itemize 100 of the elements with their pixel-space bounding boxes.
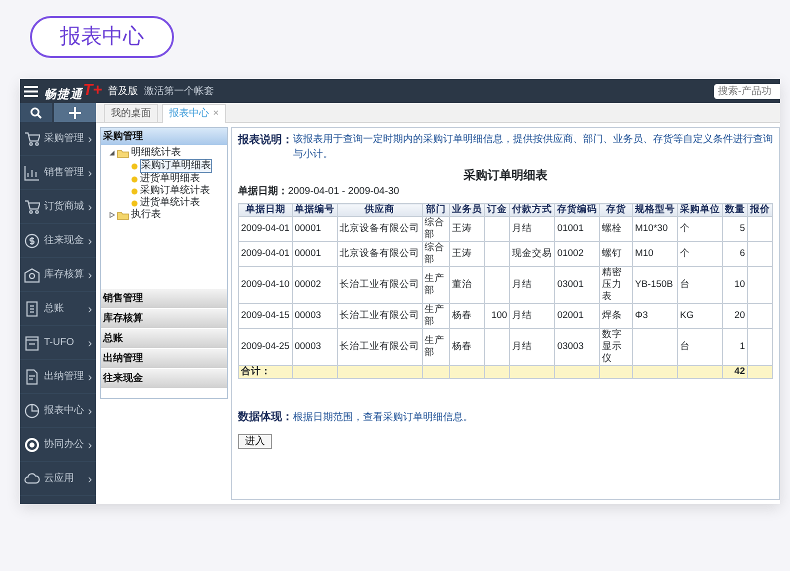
chevron-icon: ›: [88, 164, 92, 182]
tree-folder[interactable]: 明细统计表: [131, 147, 181, 159]
activate-link[interactable]: 激活第一个帐套: [144, 84, 214, 98]
tree-folder[interactable]: 执行表: [131, 209, 161, 221]
table-cell: 00002: [292, 266, 338, 304]
tree-item[interactable]: 进货单统计表: [140, 197, 200, 209]
column-header: 存货: [600, 204, 632, 216]
warehouse-icon: [24, 266, 40, 282]
table-cell: 生产部: [422, 304, 450, 328]
table-cell: 长治工业有限公司: [337, 304, 422, 328]
column-header: 订金: [484, 204, 510, 216]
chevron-icon: ›: [88, 266, 92, 284]
column-header: 付款方式: [510, 204, 555, 216]
tree-item[interactable]: 采购订单统计表: [140, 185, 210, 197]
dollar-circle-icon: [24, 232, 40, 248]
accordion-header[interactable]: 往来现金: [101, 368, 227, 388]
document-icon: [24, 368, 40, 384]
table-cell: 综合部: [422, 242, 450, 266]
cart-icon: [24, 198, 40, 214]
cart-icon: [24, 130, 40, 146]
total-label: 合计：: [238, 366, 292, 378]
sidebar-item[interactable]: 销售管理 ›: [20, 156, 96, 190]
table-cell: 焊条: [600, 304, 632, 328]
table-cell: 2009-04-01: [238, 216, 292, 242]
app-logo-mark: T+: [83, 81, 102, 101]
tree-header: 采购管理: [101, 128, 227, 145]
enter-button[interactable]: 进入: [238, 434, 272, 448]
target-icon: [24, 436, 40, 452]
add-button[interactable]: [54, 103, 96, 122]
table-cell: 00001: [292, 242, 338, 266]
table-cell: 王涛: [450, 242, 485, 266]
column-header: 业务员: [450, 204, 485, 216]
sidebar-item[interactable]: 采购管理 ›: [20, 122, 96, 156]
accordion-header[interactable]: 销售管理: [101, 288, 227, 308]
table-cell: 20: [722, 304, 748, 328]
accordion-header[interactable]: 总账: [101, 328, 227, 348]
expand-icon[interactable]: [109, 212, 115, 218]
sidebar-item[interactable]: 库存核算 ›: [20, 258, 96, 292]
sidebar-item[interactable]: T-UFO ›: [20, 326, 96, 360]
report-title: 采购订单明细表: [462, 167, 548, 184]
chevron-icon: ›: [88, 368, 92, 386]
sidebar-item[interactable]: 出纳管理 ›: [20, 360, 96, 394]
table-cell: 2009-04-15: [238, 304, 292, 328]
column-header: 采购单位: [677, 204, 722, 216]
dot-icon: [131, 162, 138, 170]
table-cell: 螺栓: [600, 216, 632, 242]
bar-chart-icon: [24, 164, 40, 180]
chevron-icon: ›: [88, 130, 92, 148]
date-label: 单据日期：: [238, 186, 288, 197]
table-cell: 杨春: [450, 304, 485, 328]
accordion-header[interactable]: 库存核算: [101, 308, 227, 328]
table-cell: 月结: [510, 304, 555, 328]
data-description: 根据日期范围，查看采购订单明细信息。: [293, 412, 473, 423]
search-icon: [30, 106, 42, 118]
chevron-icon: ›: [88, 334, 92, 352]
table-cell: YB-150B: [632, 266, 678, 304]
table-cell: 00001: [292, 216, 338, 242]
chevron-icon: ›: [88, 436, 92, 454]
table-cell: 董治: [450, 266, 485, 304]
collapse-icon[interactable]: [109, 150, 115, 156]
sidebar-item[interactable]: 协同办公 ›: [20, 428, 96, 462]
table-cell: 北京设备有限公司: [337, 216, 422, 242]
table-cell: 2009-04-01: [238, 242, 292, 266]
menu-icon: [24, 86, 38, 96]
column-header: 单据日期: [238, 204, 292, 216]
search-field[interactable]: 搜索-产品功: [714, 84, 780, 98]
tree-item[interactable]: 进货单明细表: [140, 173, 200, 185]
table-cell: 03001: [554, 266, 600, 304]
table-cell: 螺钉: [600, 242, 632, 266]
tab[interactable]: 我的桌面: [104, 104, 158, 122]
chevron-icon: ›: [88, 402, 92, 420]
sidebar-item[interactable]: 订货商城 ›: [20, 190, 96, 224]
column-header: 规格型号: [632, 204, 678, 216]
plus-icon: [69, 106, 82, 118]
edition-label: 普及版: [108, 84, 138, 98]
column-header: 存货编码: [554, 204, 600, 216]
table-cell: 月结: [510, 266, 555, 304]
table-cell: 10: [722, 266, 748, 304]
sidebar-item[interactable]: 云应用 ›: [20, 462, 96, 496]
accordion-header[interactable]: 出纳管理: [101, 348, 227, 368]
sidebar-item[interactable]: 往来现金 ›: [20, 224, 96, 258]
section-title-button[interactable]: 报表中心: [30, 16, 174, 58]
column-header: 供应商: [337, 204, 422, 216]
table-cell: M10: [632, 242, 678, 266]
sidebar-item[interactable]: 总账 ›: [20, 292, 96, 326]
table-cell: M10*30: [632, 216, 678, 242]
report-description: 该报表用于查询一定时期内的采购订单明细信息，提供按供应商、部门、业务员、存货等自定义条件进行查询与小计。: [293, 132, 773, 162]
tree-item[interactable]: 采购订单明细表: [140, 159, 212, 173]
table-cell: 个: [677, 242, 722, 266]
table-cell: 5: [722, 216, 748, 242]
sidebar-item[interactable]: 报表中心 ›: [20, 394, 96, 428]
table-cell: 北京设备有限公司: [337, 242, 422, 266]
search-button[interactable]: [20, 103, 52, 122]
app-logo: 畅捷通: [44, 86, 83, 103]
folder-icon: [117, 210, 129, 220]
table-cell: 王涛: [450, 216, 485, 242]
column-header: 单据编号: [292, 204, 338, 216]
table-cell: 6: [722, 242, 748, 266]
note-label: 报表说明：: [238, 132, 293, 148]
column-header: 数量: [722, 204, 748, 216]
